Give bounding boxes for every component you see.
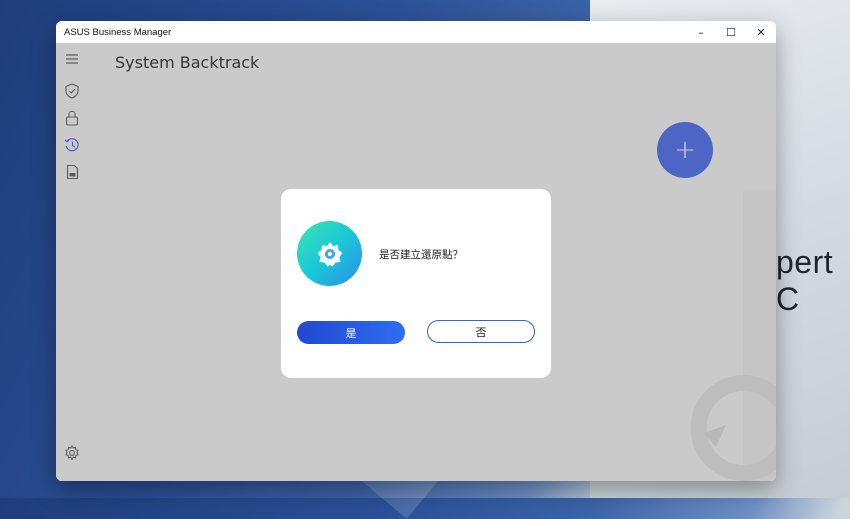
title-bar[interactable]: ASUS Business Manager – ☐ ✕ <box>56 21 776 43</box>
yes-button[interactable]: 是 <box>297 321 405 344</box>
background-text: pert C <box>776 244 834 317</box>
window-title: ASUS Business Manager <box>64 26 172 38</box>
minimize-button[interactable]: – <box>686 21 716 43</box>
maximize-button[interactable]: ☐ <box>716 21 746 43</box>
confirm-dialog: 是否建立還原點？ 是 否 <box>281 189 551 378</box>
settings-gear-icon <box>297 221 362 286</box>
dialog-message: 是否建立還原點？ <box>379 249 463 261</box>
close-button[interactable]: ✕ <box>746 21 776 43</box>
no-button[interactable]: 否 <box>427 320 535 343</box>
client-area: System Backtrack + 是否建立還原點？ 是 否 <box>56 43 776 481</box>
app-window: ASUS Business Manager – ☐ ✕ System Backt… <box>56 21 776 481</box>
